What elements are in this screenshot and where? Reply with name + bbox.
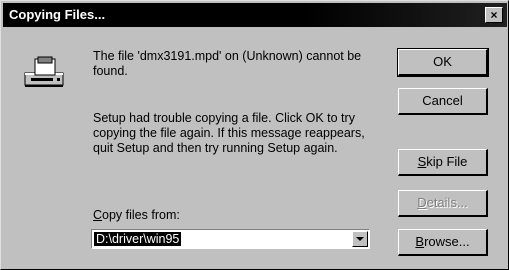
details-mnemonic: D [417, 195, 427, 210]
skip-label-rest: kip File [426, 154, 468, 169]
ok-button[interactable]: OK [397, 48, 489, 77]
copy-files-from-value[interactable]: D:\driver\win95 [94, 232, 182, 246]
copy-label-mnemonic: C [93, 208, 103, 222]
close-icon: × [490, 8, 498, 22]
skip-file-button[interactable]: Skip File [398, 149, 488, 176]
cancel-button[interactable]: Cancel [398, 88, 488, 115]
details-label-rest: etails... [426, 195, 468, 210]
copy-files-from-label: Copy files from: [93, 208, 180, 223]
chevron-down-icon[interactable] [352, 231, 368, 247]
instruction-message: Setup had trouble copying a file. Click … [93, 111, 365, 155]
browse-label-rest: rowse... [424, 234, 470, 249]
copy-label-rest: opy files from: [102, 208, 180, 222]
error-message: The file 'dmx3191.mpd' on (Unknown) cann… [93, 49, 362, 78]
close-button[interactable]: × [485, 7, 503, 23]
title-bar[interactable]: Copying Files... × [3, 3, 507, 27]
copying-files-dialog: Copying Files... × The file 'dmx3191.mpd… [0, 0, 509, 270]
copy-files-from-combobox[interactable]: D:\driver\win95 [91, 229, 370, 249]
skip-mnemonic: S [417, 154, 427, 169]
browse-mnemonic: B [415, 234, 425, 249]
disk-drive-icon [24, 56, 64, 87]
window-title: Copying Files... [9, 7, 106, 22]
browse-button[interactable]: Browse... [398, 229, 488, 256]
details-button: Details... [398, 190, 488, 217]
